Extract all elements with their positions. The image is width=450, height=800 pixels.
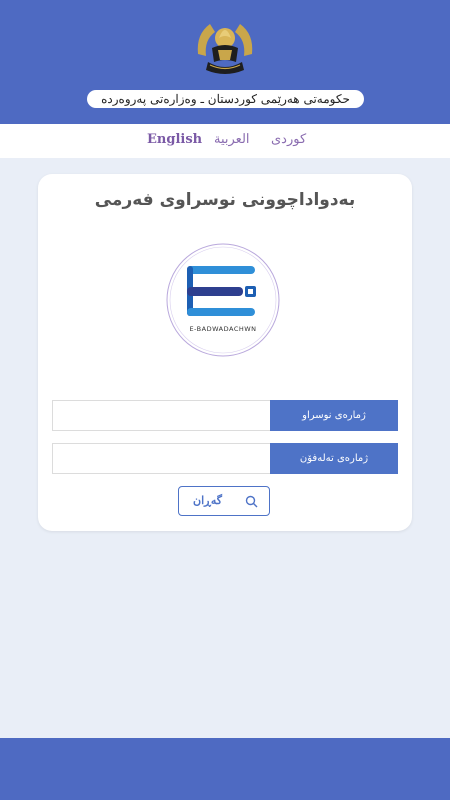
letter-number-label: ژمارەی نوسراو: [270, 400, 398, 431]
search-button[interactable]: گەڕان: [178, 486, 270, 516]
search-button-label: گەڕان: [193, 494, 222, 507]
header-bar: حکومەتی هەرێمی کوردستان ـ وەزارەتی پەروە…: [0, 0, 450, 124]
logo-caption: E-BADWADACHWN: [189, 325, 257, 333]
letter-number-row: ژمارەی نوسراو: [52, 400, 398, 431]
lang-arabic-link[interactable]: العربية: [214, 132, 250, 147]
e-badwadachwn-logo-icon: [166, 243, 280, 357]
phone-number-row: ژمارەی تەلەفۆن: [52, 443, 398, 474]
search-icon: [245, 495, 258, 508]
language-bar: English العربية کوردی: [0, 124, 450, 158]
tracking-card: بەدواداچوونی نوسراوی فەرمی E-BADWADACHWN…: [38, 174, 412, 531]
footer-bar: [0, 738, 450, 800]
kurdistan-emblem-icon: [197, 24, 253, 74]
phone-number-input[interactable]: [52, 443, 284, 474]
page-title: بەدواداچوونی نوسراوی فەرمی: [94, 190, 356, 210]
lang-english-link[interactable]: English: [147, 132, 202, 147]
lang-kurdish-link[interactable]: کوردی: [271, 132, 306, 147]
ministry-title: حکومەتی هەرێمی کوردستان ـ وەزارەتی پەروە…: [87, 90, 364, 108]
letter-number-input[interactable]: [52, 400, 284, 431]
phone-number-label: ژمارەی تەلەفۆن: [270, 443, 398, 474]
